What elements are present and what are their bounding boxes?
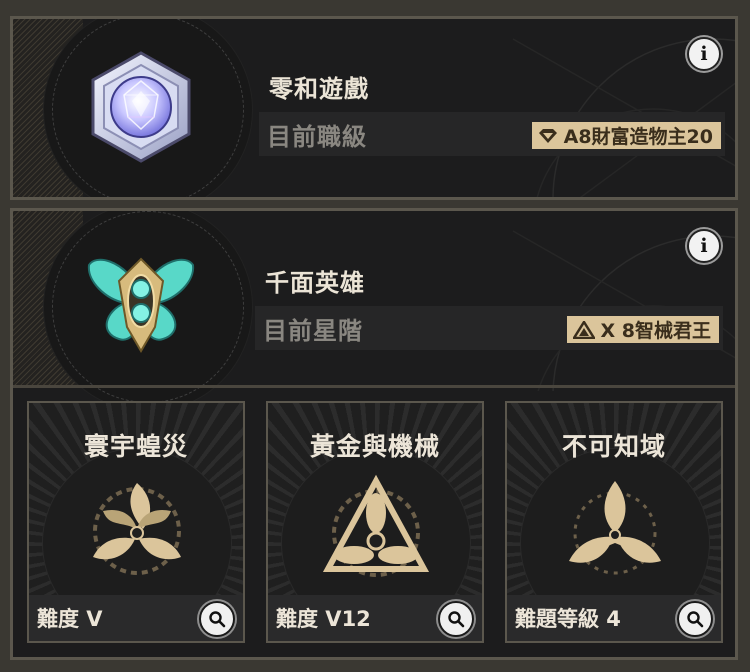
rank-label: 目前星階 (263, 316, 363, 345)
info-icon[interactable]: i (687, 37, 721, 71)
unknowable-emblem-icon (569, 481, 661, 575)
diamond-icon (538, 128, 558, 144)
crystal-hexagon-icon (91, 51, 191, 163)
card-footer: 難度 V12 (268, 595, 482, 641)
difficulty-label: 難度 V12 (276, 607, 371, 631)
butterfly-medal-icon (87, 257, 195, 353)
card-footer: 難題等級 4 (507, 595, 721, 641)
card-title: 黃金與機械 (309, 432, 440, 461)
panel-title: 千面英雄 (265, 269, 365, 297)
swarm-emblem-icon (93, 483, 181, 575)
search-icon[interactable] (199, 601, 235, 637)
difficulty-label: 難度 V (37, 607, 103, 631)
card-footer: 難度 V (29, 595, 243, 641)
section-divider (13, 385, 735, 388)
rank-badge: A8財富造物主20 (531, 122, 721, 149)
search-icon[interactable] (677, 601, 713, 637)
card-title: 寰宇蝗災 (83, 432, 188, 461)
triangle-emblem-icon (572, 320, 595, 339)
info-icon[interactable]: i (687, 229, 721, 263)
gold-and-gears-card[interactable]: 黃金與機械 難度 V12 (266, 401, 484, 643)
difficulty-label: 難題等級 4 (515, 607, 621, 631)
card-title: 不可知域 (561, 432, 666, 461)
rank-badge-text: X 8智械君王 (600, 320, 711, 342)
zero-sum-game-panel: 零和遊戲 目前職級 A8財富造物主20 i (10, 16, 738, 200)
hero-of-thousand-faces-panel: 千面英雄 目前星階 X 8智械君王 i 寰宇蝗災 難度 V 黃金與機械 難度 V… (10, 208, 738, 660)
rank-bar: 目前職級 A8財富造物主20 (259, 112, 725, 156)
swarm-disaster-card[interactable]: 寰宇蝗災 難度 V (27, 401, 245, 643)
unknowable-domain-card[interactable]: 不可知域 難題等級 4 (505, 401, 723, 643)
rank-badge-text: A8財富造物主20 (563, 126, 713, 148)
rank-bar: 目前星階 X 8智械君王 (255, 306, 723, 350)
panel-title: 零和遊戲 (269, 75, 369, 103)
rank-badge: X 8智械君王 (566, 316, 719, 343)
rank-label: 目前職級 (267, 122, 367, 151)
search-icon[interactable] (438, 601, 474, 637)
gold-machine-emblem-icon (322, 474, 430, 577)
